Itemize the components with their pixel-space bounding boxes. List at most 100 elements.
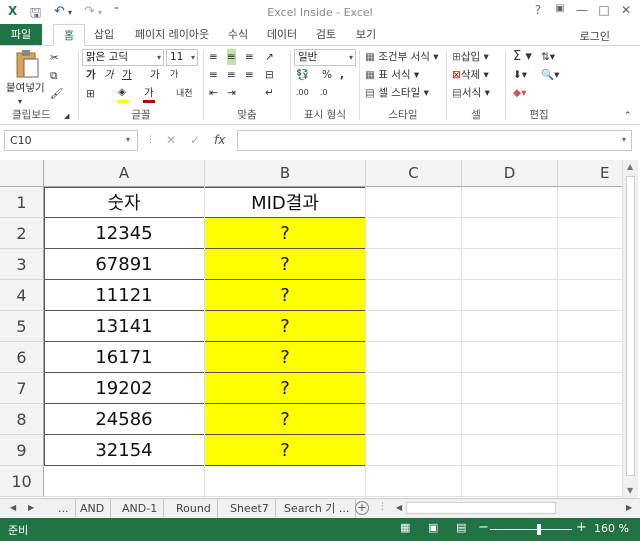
zoom-level[interactable]: 160 %: [594, 522, 629, 535]
grow-font-button[interactable]: 가: [150, 67, 160, 83]
row-header[interactable]: 3: [0, 249, 44, 280]
percent-button[interactable]: %: [322, 67, 332, 83]
cell-mid-result[interactable]: ?: [205, 249, 366, 280]
cell-b1-header[interactable]: MID결과: [205, 187, 366, 218]
clipboard-launcher-icon[interactable]: ◢: [64, 108, 69, 124]
accounting-format-icon[interactable]: 💱: [296, 67, 309, 83]
font-color-button[interactable]: 가: [144, 85, 154, 101]
sort-filter-icon[interactable]: ⇅▾: [541, 49, 555, 65]
insert-function-icon[interactable]: fx: [214, 133, 225, 147]
tab-formulas[interactable]: 수식: [222, 24, 254, 46]
cell-mid-result[interactable]: ?: [205, 404, 366, 435]
row-header[interactable]: 1: [0, 187, 44, 218]
autosum-icon[interactable]: Σ ▾: [513, 49, 532, 65]
column-header-e[interactable]: E: [558, 160, 622, 187]
paste-button[interactable]: 붙여넣기: [6, 80, 45, 96]
row-header[interactable]: 10: [0, 466, 44, 497]
fill-color-icon[interactable]: ◈: [118, 84, 126, 100]
row-header[interactable]: 5: [0, 311, 44, 342]
font-name-select[interactable]: 맑은 고딕 ▾: [82, 49, 164, 66]
page-break-view-icon[interactable]: ▤: [456, 521, 466, 534]
cell-number[interactable]: 67891: [44, 249, 205, 280]
tab-view[interactable]: 보기: [350, 24, 382, 46]
tab-splitter-icon[interactable]: ⋮: [378, 502, 387, 512]
fill-icon[interactable]: ⬇▾: [513, 67, 527, 83]
decrease-indent-icon[interactable]: ⇤: [209, 85, 218, 101]
wrap-text-icon[interactable]: ↵: [265, 85, 274, 101]
insert-cells-button[interactable]: ⊞삽입 ▾: [452, 49, 489, 65]
cell-empty[interactable]: [205, 466, 366, 497]
row-header[interactable]: 7: [0, 373, 44, 404]
name-box-dropdown-icon[interactable]: ▾: [126, 135, 130, 144]
cell-mid-result[interactable]: ?: [205, 342, 366, 373]
align-right-icon[interactable]: ≡: [245, 67, 254, 83]
page-layout-view-icon[interactable]: ▣: [428, 521, 438, 534]
row-header[interactable]: 4: [0, 280, 44, 311]
cell-a1-header[interactable]: 숫자: [44, 187, 205, 218]
cell-number[interactable]: 13141: [44, 311, 205, 342]
borders-icon[interactable]: ⊞: [86, 86, 95, 102]
zoom-in-button[interactable]: +: [576, 520, 587, 535]
formula-bar-splitter-icon[interactable]: ⋮: [146, 135, 155, 145]
cell-number[interactable]: 11121: [44, 280, 205, 311]
cell-mid-result[interactable]: ?: [205, 373, 366, 404]
underline-button[interactable]: 가: [122, 67, 132, 83]
cell-number[interactable]: 12345: [44, 218, 205, 249]
orientation-icon[interactable]: ↗: [265, 49, 274, 65]
cell-mid-result[interactable]: ?: [205, 280, 366, 311]
align-bottom-icon[interactable]: ≡: [245, 49, 254, 65]
format-as-table-button[interactable]: ▦ 표 서식 ▾: [365, 67, 419, 83]
next-sheet-icon[interactable]: ▶: [28, 503, 34, 512]
phonetic-icon[interactable]: 내천: [176, 86, 193, 102]
sheet-tab-search[interactable]: Search 기 ...: [278, 499, 357, 518]
tab-review[interactable]: 검토: [310, 24, 342, 46]
worksheet-grid[interactable]: A B C D E 1 숫자 MID결과 2 12345? 3 67891? 4 11121? 5…: [0, 160, 622, 498]
zoom-out-button[interactable]: −: [478, 520, 489, 535]
name-box[interactable]: C10: [4, 130, 138, 151]
tab-data[interactable]: 데이터: [262, 24, 302, 46]
align-left-icon[interactable]: ≡: [209, 67, 218, 83]
format-cells-button[interactable]: ▤서식 ▾: [452, 85, 490, 101]
increase-indent-icon[interactable]: ⇥: [227, 85, 236, 101]
row-header[interactable]: 9: [0, 435, 44, 466]
align-top-icon[interactable]: ≡: [209, 49, 218, 65]
cell-mid-result[interactable]: ?: [205, 435, 366, 466]
align-middle-icon[interactable]: ≡: [227, 49, 236, 65]
row-header[interactable]: 8: [0, 404, 44, 435]
column-header-d[interactable]: D: [462, 160, 558, 187]
delete-cells-button[interactable]: ⊠삭제 ▾: [452, 67, 489, 83]
sheet-tab-sheet7[interactable]: Sheet7: [224, 499, 276, 518]
find-select-icon[interactable]: 🔍▾: [541, 67, 559, 83]
collapse-ribbon-icon[interactable]: ⌃: [624, 108, 632, 124]
shrink-font-button[interactable]: 가: [170, 67, 178, 83]
format-painter-icon[interactable]: 🖌: [50, 86, 63, 102]
scroll-right-icon[interactable]: ▶: [626, 503, 632, 512]
column-header-b[interactable]: B: [205, 160, 366, 187]
cell-number[interactable]: 24586: [44, 404, 205, 435]
italic-button[interactable]: 가: [104, 67, 114, 83]
paste-icon[interactable]: [14, 49, 40, 79]
scroll-down-icon[interactable]: ▼: [627, 486, 633, 495]
comma-style-icon[interactable]: ,: [340, 67, 344, 83]
copy-icon[interactable]: ⧉: [50, 68, 58, 84]
expand-formula-icon[interactable]: ▾: [622, 135, 626, 144]
tab-home[interactable]: 홈: [53, 24, 85, 46]
new-sheet-button[interactable]: +: [355, 501, 369, 515]
close-button[interactable]: ✕: [616, 3, 636, 21]
zoom-slider-track[interactable]: [490, 529, 572, 530]
cell-styles-button[interactable]: ▤ 셀 스타일 ▾: [365, 85, 429, 101]
tab-insert[interactable]: 삽입: [86, 24, 122, 46]
cell-number[interactable]: 16171: [44, 342, 205, 373]
cell-mid-result[interactable]: ?: [205, 218, 366, 249]
help-button[interactable]: ?: [528, 3, 548, 21]
horizontal-scroll-thumb[interactable]: [406, 502, 556, 514]
conditional-format-button[interactable]: ▦ 조건부 서식 ▾: [365, 49, 439, 65]
sheet-tab-more-left[interactable]: ...: [52, 499, 76, 518]
select-all-corner[interactable]: [0, 160, 44, 187]
increase-decimal-icon[interactable]: .00: [296, 85, 309, 101]
zoom-slider-thumb[interactable]: [537, 524, 542, 535]
scroll-up-icon[interactable]: ▲: [627, 162, 633, 171]
decrease-decimal-icon[interactable]: .0: [320, 85, 328, 101]
formula-input[interactable]: [237, 130, 632, 151]
row-header[interactable]: 2: [0, 218, 44, 249]
